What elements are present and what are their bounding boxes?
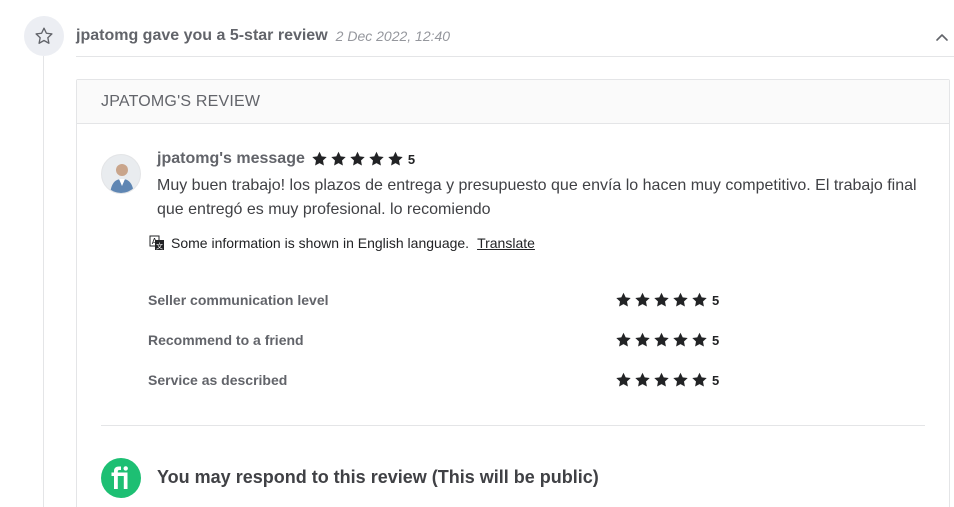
rating-row-service: Service as described 5 (148, 370, 748, 390)
event-title: jpatomg gave you a 5-star review (76, 27, 328, 44)
fiverr-logo-icon (101, 458, 141, 498)
rating-label: Seller communication level (148, 292, 329, 308)
star-icon (388, 151, 403, 166)
star-icon (673, 292, 688, 307)
translate-icon: A 文 (149, 235, 164, 251)
message-header: jpatomg's message 5 (157, 150, 415, 168)
svg-text:文: 文 (156, 242, 163, 251)
review-message: Muy buen trabajo! los plazos de entrega … (157, 177, 917, 218)
rating-row-recommend: Recommend to a friend 5 (148, 330, 748, 350)
star-icon (692, 372, 707, 387)
rating-stars: 5 (615, 292, 719, 308)
star-icon (616, 292, 631, 307)
review-card-header: JPATOMG'S REVIEW (77, 80, 949, 124)
translate-link[interactable]: Translate (477, 235, 535, 251)
chevron-up-icon[interactable] (934, 29, 950, 45)
divider (101, 425, 925, 426)
event-header: jpatomg gave you a 5-star review 2 Dec 2… (76, 16, 954, 57)
star-icon (369, 151, 384, 166)
star-icon (692, 332, 707, 347)
event-timestamp: 2 Dec 2022, 12:40 (335, 28, 451, 44)
star-icon (635, 372, 650, 387)
star-icon (635, 292, 650, 307)
star-icon (654, 292, 669, 307)
translate-notice-text: Some information is shown in English lan… (171, 235, 470, 251)
translate-notice: A 文 Some information is shown in English… (149, 235, 535, 251)
star-icon (616, 372, 631, 387)
star-icon (635, 332, 650, 347)
star-icon (312, 151, 327, 166)
review-rating-value: 5 (407, 151, 416, 167)
star-icon (350, 151, 365, 166)
star-icon (692, 292, 707, 307)
respond-title: You may respond to this review (This wil… (157, 467, 599, 487)
star-outline-icon (24, 16, 64, 56)
rating-value: 5 (712, 332, 720, 348)
rating-label: Recommend to a friend (148, 332, 304, 348)
star-icon (673, 372, 688, 387)
star-icon (654, 372, 669, 387)
review-card: JPATOMG'S REVIEW jpatomg's message 5 Muy… (76, 79, 950, 507)
rating-value: 5 (712, 292, 720, 308)
rating-label: Service as described (148, 372, 288, 388)
rating-value: 5 (712, 372, 720, 388)
star-outline-icon-graphic (35, 27, 53, 44)
review-author-label: jpatomg's message (157, 150, 305, 167)
timeline-line (43, 56, 44, 507)
avatar[interactable] (101, 154, 141, 194)
star-icon (654, 332, 669, 347)
star-icon (616, 332, 631, 347)
rating-stars: 5 (615, 332, 719, 348)
review-stars: 5 (311, 151, 415, 167)
rating-row-communication: Seller communication level 5 (148, 290, 748, 310)
star-icon (673, 332, 688, 347)
star-icon (331, 151, 346, 166)
rating-stars: 5 (615, 372, 719, 388)
